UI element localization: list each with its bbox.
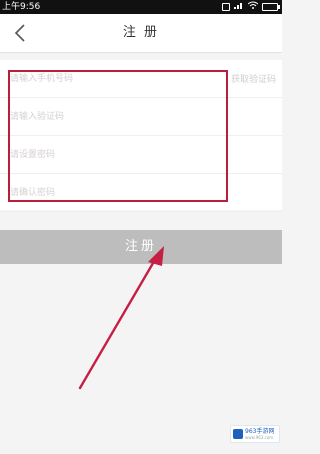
watermark-subtext: www.963.com	[245, 435, 274, 440]
password-row	[0, 136, 282, 174]
watermark-text-block: 963手游网 www.963.com	[245, 428, 274, 440]
alarm-icon	[222, 3, 230, 11]
arrow-shaft	[78, 256, 158, 390]
status-bar: 上午9:56	[0, 0, 282, 14]
send-code-button[interactable]: 获取验证码	[231, 72, 276, 85]
register-form: 获取验证码	[0, 60, 282, 212]
header-bar: 注 册	[0, 14, 282, 53]
page-title: 注 册	[122, 25, 160, 40]
code-row	[0, 98, 282, 136]
status-icons	[222, 0, 280, 14]
phone-input[interactable]	[8, 69, 212, 89]
watermark-text: 963手游网	[245, 428, 275, 435]
register-screen: 上午9:56 注 册 获取验证码	[0, 0, 282, 454]
confirm-password-row	[0, 174, 282, 212]
register-button[interactable]: 注册	[0, 230, 282, 264]
wifi-icon	[247, 0, 259, 14]
status-time: 上午9:56	[2, 2, 41, 12]
signal-icon	[234, 0, 244, 14]
verification-code-input[interactable]	[8, 107, 212, 127]
watermark-logo: 963手游网 www.963.com	[230, 425, 280, 443]
watermark-icon	[233, 429, 243, 439]
phone-row: 获取验证码	[0, 60, 282, 98]
confirm-password-input[interactable]	[8, 183, 212, 203]
password-input[interactable]	[8, 145, 212, 165]
battery-icon	[262, 3, 280, 11]
